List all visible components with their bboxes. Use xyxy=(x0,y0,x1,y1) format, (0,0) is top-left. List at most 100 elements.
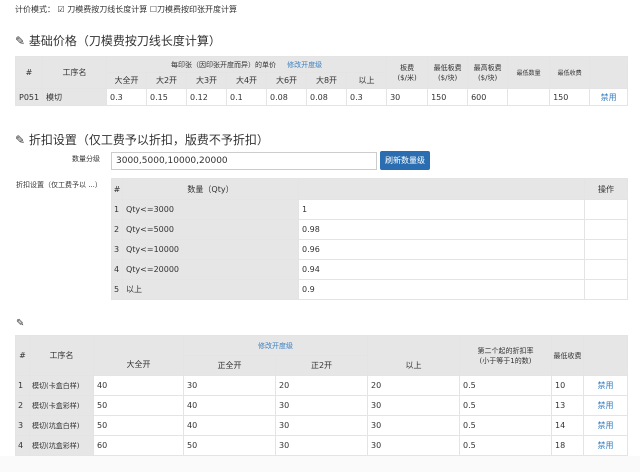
price-input[interactable]: 50 xyxy=(93,395,184,416)
rate-input[interactable]: 0.5 xyxy=(459,395,552,416)
min-charge-input[interactable]: 18 xyxy=(551,435,584,456)
discount-input[interactable]: 0.98 xyxy=(298,219,585,240)
price-input[interactable]: 0.08 xyxy=(306,88,347,106)
refresh-qty-button[interactable]: 刷新数量级 xyxy=(380,151,430,170)
row-num: 4 xyxy=(15,435,30,456)
plate-input[interactable]: 30 xyxy=(386,88,429,106)
price-input[interactable]: 30 xyxy=(367,435,460,456)
min-charge-input[interactable]: 14 xyxy=(551,415,584,436)
title-text: 折扣设置（仅工费予以折扣，版费不予折扣） xyxy=(28,133,269,147)
table-row: 1 Qty<=3000 1 xyxy=(111,199,628,220)
qty-levels-input[interactable]: 3000,5000,10000,20000 xyxy=(111,152,377,170)
discount-input[interactable]: 1 xyxy=(298,199,585,220)
col-min-plate: 最低板费 ($/块) xyxy=(427,56,469,89)
table-row: 2 Qty<=5000 0.98 xyxy=(111,219,628,240)
row-name: 模切(坑盒彩样) xyxy=(29,435,94,456)
discount-table: # 数量（Qty） 操作 1 Qty<=3000 1 2 Qty<=5000 0.98 3 Q… xyxy=(111,178,628,300)
price-input[interactable]: 0.08 xyxy=(266,88,307,106)
col-size: 以上 xyxy=(367,355,460,376)
table-row: 3 Qty<=10000 0.96 xyxy=(111,239,628,260)
min-charge-input[interactable]: 10 xyxy=(551,375,584,396)
row-num: 3 xyxy=(15,415,30,436)
price-input[interactable]: 50 xyxy=(183,435,276,456)
row-action xyxy=(584,259,628,280)
row-qty: 以上 xyxy=(122,279,299,300)
option-sheet-size[interactable]: ☐刀模费按印张开度计算 xyxy=(150,5,237,14)
col-size: 大全开 xyxy=(93,335,184,376)
disable-button[interactable]: 禁用 xyxy=(589,88,629,106)
col-qty: 数量（Qty） xyxy=(122,178,299,200)
price-input[interactable]: 30 xyxy=(275,435,368,456)
min-plate-input[interactable]: 150 xyxy=(427,88,469,106)
base-price-title: ✎ 基础价格（刀模费按刀线长度计算） xyxy=(15,32,221,49)
col-name: 工序名 xyxy=(42,56,107,89)
disable-button[interactable]: 禁用 xyxy=(583,415,628,436)
row-num: 2 xyxy=(111,219,123,240)
discount-table-label: 折扣设置（仅工费予以 ...） xyxy=(16,181,102,189)
rate-input[interactable]: 0.5 xyxy=(459,435,552,456)
col-size: 正2开 xyxy=(275,355,368,376)
col-unit-price: 每印张（因印张开度而异）的单价 修改开度级 xyxy=(105,56,388,73)
min-qty-input[interactable] xyxy=(507,88,551,106)
price-input[interactable]: 20 xyxy=(275,375,368,396)
price-input[interactable]: 40 xyxy=(93,375,184,396)
discount-input[interactable]: 0.94 xyxy=(298,259,585,280)
col-size: 大4开 xyxy=(226,72,267,89)
table-row: 4 模切(坑盒彩样) 60 50 30 30 0.5 18 禁用 xyxy=(15,435,628,456)
row-name: 模切(卡盒白样) xyxy=(29,375,94,396)
price-input[interactable]: 0.1 xyxy=(226,88,267,106)
discount-input[interactable]: 0.9 xyxy=(298,279,585,300)
col-min-charge: 最低收费 xyxy=(551,335,584,376)
min-charge-input[interactable]: 13 xyxy=(551,395,584,416)
disable-button[interactable]: 禁用 xyxy=(583,395,628,416)
price-input[interactable]: 0.3 xyxy=(345,88,388,106)
qty-label: 数量分级 xyxy=(72,155,100,163)
price-input[interactable]: 60 xyxy=(93,435,184,456)
col-size: 以上 xyxy=(345,72,388,89)
table-row: 4 Qty<=20000 0.94 xyxy=(111,259,628,280)
discount-input[interactable]: 0.96 xyxy=(298,239,585,260)
row-num: 1 xyxy=(111,199,123,220)
price-input[interactable]: 30 xyxy=(183,375,276,396)
price-input[interactable]: 30 xyxy=(275,395,368,416)
pricing-mode-label: 计价模式： xyxy=(15,5,55,14)
pencil-icon: ✎ xyxy=(15,34,26,48)
price-input[interactable]: 30 xyxy=(275,415,368,436)
modify-size-link[interactable]: 修改开度级 xyxy=(287,61,322,69)
unit-price-label: 每印张（因印张开度而异）的单价 xyxy=(170,60,276,69)
price-input[interactable]: 40 xyxy=(183,395,276,416)
modify-size-link[interactable]: 修改开度级 xyxy=(183,335,368,356)
min-charge-input[interactable]: 150 xyxy=(549,88,591,106)
table-row: P051 模切 0.3 0.15 0.12 0.1 0.08 0.08 0.3 … xyxy=(15,88,629,106)
col-plate: 板费 ($/米) xyxy=(386,56,429,89)
max-plate-input[interactable]: 600 xyxy=(467,88,509,106)
disable-button[interactable]: 禁用 xyxy=(583,375,628,396)
price-input[interactable]: 0.12 xyxy=(186,88,227,106)
pricing-mode: 计价模式： ☑ 刀模费按刀线长度计算 ☐刀模费按印张开度计算 xyxy=(15,4,237,15)
rate-label: 第二个起的折扣率 xyxy=(477,346,534,355)
row-action xyxy=(584,199,628,220)
row-num: 2 xyxy=(15,395,30,416)
col-action xyxy=(583,335,628,376)
disable-button[interactable]: 禁用 xyxy=(583,435,628,456)
price-input[interactable]: 0.15 xyxy=(146,88,187,106)
price-input[interactable]: 50 xyxy=(93,415,184,436)
price-input[interactable]: 30 xyxy=(367,415,460,436)
rate-note: (小于等于1的数) xyxy=(479,356,532,365)
row-num: 5 xyxy=(111,279,123,300)
price-input[interactable]: 0.3 xyxy=(106,88,147,106)
option-blade-length[interactable]: ☑ 刀模费按刀线长度计算 xyxy=(58,5,148,14)
price-input[interactable]: 20 xyxy=(367,375,460,396)
price-input[interactable]: 30 xyxy=(367,395,460,416)
col-value xyxy=(298,178,585,200)
row-name: 模切(卡盒彩样) xyxy=(29,395,94,416)
price-input[interactable]: 40 xyxy=(183,415,276,436)
table-row: 3 模切(坑盒白样) 50 40 30 30 0.5 14 禁用 xyxy=(15,415,628,436)
row-qty: Qty<=3000 xyxy=(122,199,299,220)
col-rate: 第二个起的折扣率 (小于等于1的数) xyxy=(459,335,552,376)
row-num: 4 xyxy=(111,259,123,280)
rate-input[interactable]: 0.5 xyxy=(459,415,552,436)
rate-input[interactable]: 0.5 xyxy=(459,375,552,396)
row-num: 3 xyxy=(111,239,123,260)
row-name: 模切(坑盒白样) xyxy=(29,415,94,436)
